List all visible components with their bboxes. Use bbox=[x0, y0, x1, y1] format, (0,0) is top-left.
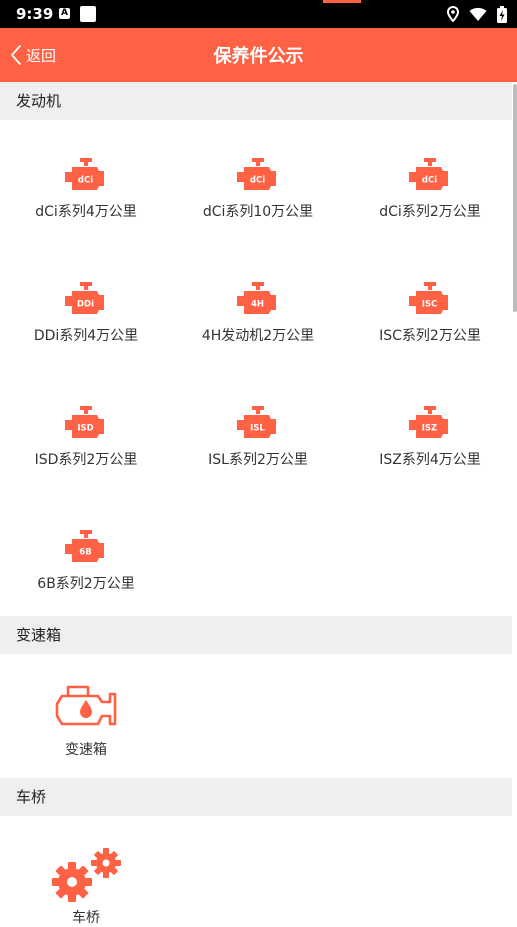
grid-item-ddi-4[interactable]: DDi DDi系列4万公里 bbox=[0, 282, 172, 345]
item-label: 4H发动机2万公里 bbox=[201, 328, 315, 344]
engine-badge: dCi bbox=[250, 176, 265, 186]
notification-a-icon: A bbox=[59, 8, 70, 19]
item-label: dCi系列2万公里 bbox=[379, 204, 481, 220]
engine-badge: ISD bbox=[77, 424, 93, 434]
engine-icon: ISZ bbox=[409, 406, 448, 438]
notification-square-icon bbox=[80, 6, 96, 22]
engine-icon: ISD bbox=[65, 406, 104, 438]
grid-item-4h-2[interactable]: 4H 4H发动机2万公里 bbox=[172, 282, 344, 345]
wifi-icon bbox=[469, 7, 487, 21]
engine-badge: ISL bbox=[250, 424, 265, 434]
item-label: 车桥 bbox=[72, 910, 100, 926]
grid-item-dci-2[interactable]: dCi dCi系列2万公里 bbox=[344, 158, 516, 221]
engine-badge: 6B bbox=[79, 548, 91, 558]
item-label: ISZ系列4万公里 bbox=[379, 452, 481, 468]
grid-item-axle[interactable]: 车桥 bbox=[0, 848, 172, 927]
grid-item-dci-10[interactable]: dCi dCi系列10万公里 bbox=[172, 158, 344, 221]
status-time: 9:39 bbox=[16, 5, 54, 23]
grid-item-6b-2[interactable]: 6B 6B系列2万公里 bbox=[0, 530, 172, 593]
section-header-transmission: 变速箱 bbox=[0, 616, 512, 654]
grid-item-transmission[interactable]: 变速箱 bbox=[0, 684, 172, 759]
battery-icon bbox=[497, 5, 507, 23]
engine-badge: dCi bbox=[422, 176, 437, 186]
engine-icon: dCi bbox=[237, 158, 276, 190]
item-label: DDi系列4万公里 bbox=[33, 328, 139, 344]
navbar: 返回 保养件公示 bbox=[0, 28, 517, 82]
engine-badge: ISZ bbox=[422, 424, 437, 434]
item-label: dCi系列10万公里 bbox=[202, 204, 314, 220]
transmission-oil-icon bbox=[55, 685, 117, 726]
grid-item-isl-2[interactable]: ISL ISL系列2万公里 bbox=[172, 406, 344, 469]
engine-icon: DDi bbox=[65, 282, 104, 314]
grid-item-isd-2[interactable]: ISD ISD系列2万公里 bbox=[0, 406, 172, 469]
engine-icon: ISL bbox=[237, 406, 276, 438]
item-label: ISC系列2万公里 bbox=[379, 328, 481, 344]
location-icon bbox=[447, 6, 459, 22]
section-header-engine: 发动机 bbox=[0, 82, 512, 120]
engine-badge: ISC bbox=[422, 300, 438, 310]
status-bar: 9:39 A bbox=[0, 0, 517, 28]
status-icons bbox=[447, 5, 507, 23]
item-label: ISL系列2万公里 bbox=[208, 452, 308, 468]
engine-icon: dCi bbox=[409, 158, 448, 190]
engine-badge: 4H bbox=[251, 300, 264, 310]
engine-icon: 6B bbox=[65, 530, 104, 562]
status-indicator bbox=[323, 0, 361, 3]
engine-badge: dCi bbox=[78, 176, 93, 186]
engine-icon: dCi bbox=[65, 158, 104, 190]
grid-item-dci-4[interactable]: dCi dCi系列4万公里 bbox=[0, 158, 172, 221]
gears-icon bbox=[52, 848, 121, 902]
grid-item-isc-2[interactable]: ISC ISC系列2万公里 bbox=[344, 282, 516, 345]
engine-icon: ISC bbox=[409, 282, 448, 314]
item-label: 变速箱 bbox=[65, 742, 107, 758]
page-title: 保养件公示 bbox=[213, 46, 304, 67]
item-label: dCi系列4万公里 bbox=[35, 204, 137, 220]
item-label: ISD系列2万公里 bbox=[34, 452, 138, 468]
engine-badge: DDi bbox=[77, 300, 94, 310]
section-header-axle: 车桥 bbox=[0, 778, 512, 816]
item-label: 6B系列2万公里 bbox=[37, 576, 135, 592]
grid-item-isz-4[interactable]: ISZ ISZ系列4万公里 bbox=[344, 406, 516, 469]
engine-icon: 4H bbox=[237, 282, 276, 314]
